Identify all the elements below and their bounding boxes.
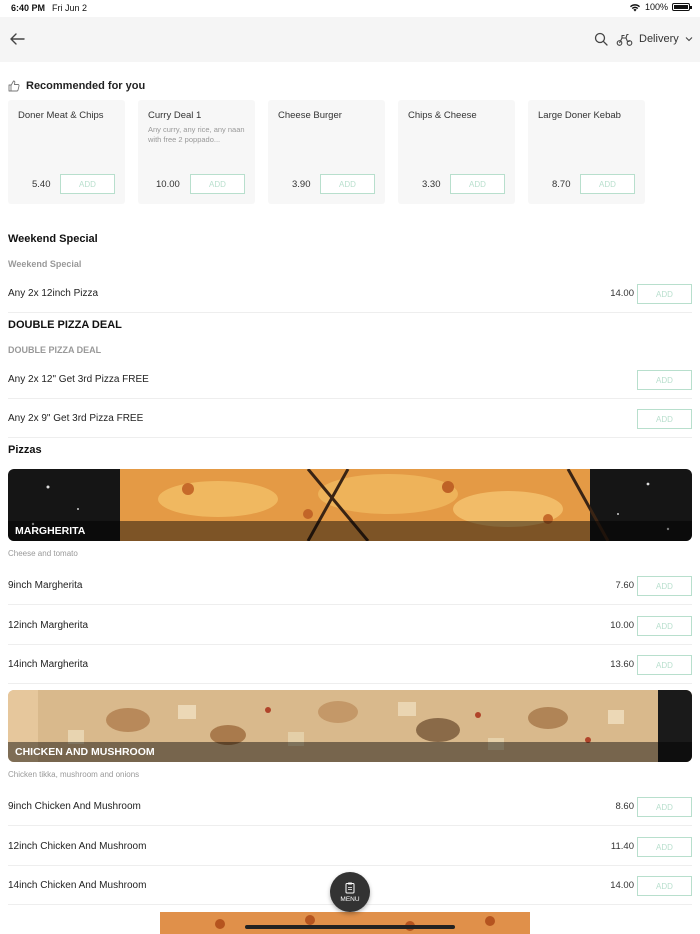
banner-title: CHICKEN AND MUSHROOM (15, 746, 155, 758)
menu-item-row[interactable]: Any 2x 12inch Pizza 14.00 ADD (8, 274, 692, 313)
item-name: Any 2x 12" Get 3rd Pizza FREE (8, 374, 149, 385)
add-button[interactable]: ADD (637, 616, 692, 636)
item-price: 14.00 (610, 880, 634, 891)
menu-button-label: MENU (340, 895, 360, 903)
margherita-description: Cheese and tomato (8, 549, 78, 558)
item-price: 8.60 (615, 801, 635, 812)
search-icon[interactable] (594, 32, 608, 46)
recommended-card[interactable]: Chips & Cheese 3.30 ADD (398, 100, 515, 204)
add-button[interactable]: ADD (637, 797, 692, 817)
card-price: 5.40 (32, 179, 51, 190)
recommended-card[interactable]: Curry Deal 1 Any curry, any rice, any na… (138, 100, 255, 204)
top-bar: Delivery (0, 17, 700, 62)
chicken-mushroom-description: Chicken tikka, mushroom and onions (8, 770, 140, 779)
add-button[interactable]: ADD (580, 174, 635, 194)
chevron-down-icon (685, 37, 693, 42)
pizza-image (160, 912, 530, 934)
card-name: Curry Deal 1 (148, 110, 202, 121)
item-name: 9inch Margherita (8, 580, 83, 591)
recommended-card[interactable]: Doner Meat & Chips 5.40 ADD (8, 100, 125, 204)
battery-percent: 100% (644, 2, 668, 12)
add-button[interactable]: ADD (637, 576, 692, 596)
scooter-icon (616, 33, 633, 46)
item-price: 11.40 (610, 841, 634, 852)
add-button[interactable]: ADD (637, 370, 692, 390)
card-name: Chips & Cheese (408, 110, 477, 121)
wifi-icon (629, 3, 640, 12)
add-button[interactable]: ADD (60, 174, 115, 194)
menu-item-row[interactable]: 12inch Margherita 10.00 ADD (8, 606, 692, 645)
item-name: 14inch Margherita (8, 659, 89, 670)
add-button[interactable]: ADD (320, 174, 375, 194)
menu-item-row[interactable]: 9inch Margherita 7.60 ADD (8, 566, 692, 605)
add-button[interactable]: ADD (637, 876, 692, 896)
menu-list-icon (345, 882, 355, 893)
home-indicator (245, 925, 455, 929)
status-date: Fri Jun 2 (52, 3, 88, 13)
recommended-header: Recommended for you (8, 78, 692, 94)
item-price: 7.60 (615, 580, 635, 591)
recommended-card[interactable]: Cheese Burger 3.90 ADD (268, 100, 385, 204)
card-name: Doner Meat & Chips (18, 110, 104, 121)
battery-icon (672, 3, 692, 11)
add-button[interactable]: ADD (450, 174, 505, 194)
category-subtitle-weekend: Weekend Special (8, 259, 82, 269)
menu-item-row[interactable]: 14inch Margherita 13.60 ADD (8, 645, 692, 684)
card-name: Cheese Burger (278, 110, 342, 121)
delivery-selector[interactable]: Delivery (616, 29, 693, 49)
status-time: 6:40 PM (11, 3, 46, 13)
menu-item-row[interactable]: 12inch Chicken And Mushroom 11.40 ADD (8, 827, 692, 866)
margherita-banner: MARGHERITA (8, 469, 692, 541)
recommended-section: Recommended for you Doner Meat & Chips 5… (8, 78, 692, 204)
add-button[interactable]: ADD (637, 655, 692, 675)
banner-overlay (8, 521, 692, 541)
menu-item-row[interactable]: 9inch Chicken And Mushroom 8.60 ADD (8, 787, 692, 826)
thumbs-up-icon (8, 80, 20, 92)
next-pizza-banner (160, 912, 530, 934)
category-title-pizzas: Pizzas (8, 444, 42, 456)
chicken-mushroom-banner: CHICKEN AND MUSHROOM (8, 690, 692, 762)
item-name: 12inch Margherita (8, 620, 89, 631)
menu-button[interactable]: MENU (330, 872, 370, 912)
category-title-weekend: Weekend Special (8, 233, 98, 245)
delivery-label: Delivery (639, 33, 679, 45)
item-price: 14.00 (610, 288, 634, 299)
add-button[interactable]: ADD (637, 837, 692, 857)
menu-item-row[interactable]: Any 2x 9" Get 3rd Pizza FREE ADD (8, 399, 692, 438)
card-price: 3.30 (422, 179, 441, 190)
status-right: 100% (629, 2, 692, 12)
recommended-cards: Doner Meat & Chips 5.40 ADD Curry Deal 1… (8, 100, 645, 204)
item-name: Any 2x 12inch Pizza (8, 288, 99, 299)
banner-title: MARGHERITA (15, 525, 86, 537)
menu-item-row[interactable]: Any 2x 12" Get 3rd Pizza FREE ADD (8, 360, 692, 399)
item-name: 12inch Chicken And Mushroom (8, 841, 147, 852)
card-name: Large Doner Kebab (538, 110, 621, 121)
add-button[interactable]: ADD (637, 284, 692, 304)
add-button[interactable]: ADD (190, 174, 245, 194)
card-price: 10.00 (156, 179, 180, 190)
item-price: 10.00 (610, 620, 634, 631)
item-name: 14inch Chicken And Mushroom (8, 880, 147, 891)
card-price: 8.70 (552, 179, 571, 190)
add-button[interactable]: ADD (637, 409, 692, 429)
category-title-double: DOUBLE PIZZA DEAL (8, 319, 122, 331)
status-bar: 6:40 PM Fri Jun 2 100% (0, 0, 700, 17)
back-arrow-icon[interactable] (8, 30, 26, 48)
card-price: 3.90 (292, 179, 311, 190)
recommended-title: Recommended for you (26, 80, 146, 92)
item-price: 13.60 (610, 659, 634, 670)
item-name: 9inch Chicken And Mushroom (8, 801, 141, 812)
category-subtitle-double: DOUBLE PIZZA DEAL (8, 345, 102, 355)
recommended-card[interactable]: Large Doner Kebab 8.70 ADD (528, 100, 645, 204)
card-description: Any curry, any rice, any naan with free … (148, 125, 245, 144)
item-name: Any 2x 9" Get 3rd Pizza FREE (8, 413, 144, 424)
